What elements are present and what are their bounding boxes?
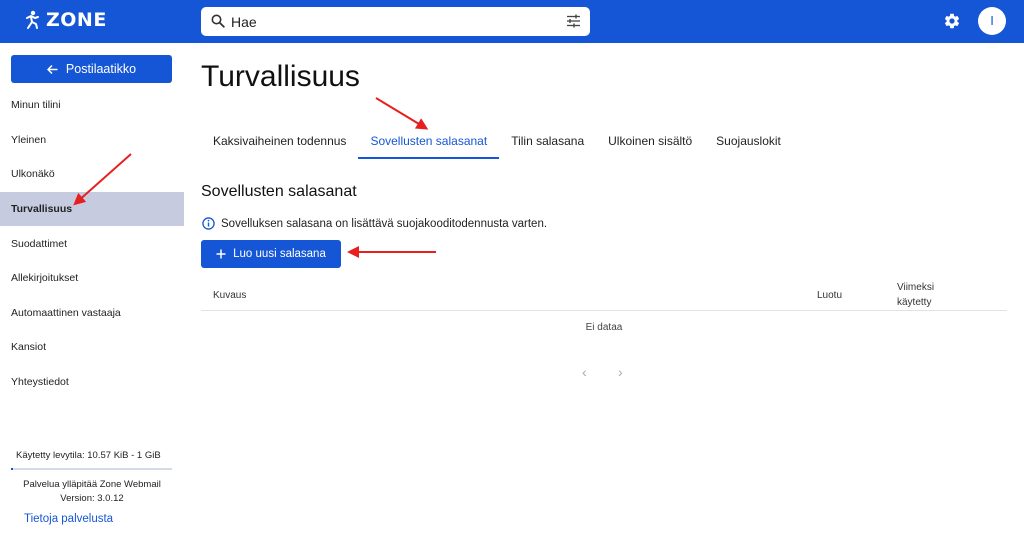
annotation-arrows — [73, 97, 436, 258]
annotation-arrow-tab — [375, 97, 429, 130]
annotation-arrow-sidebar — [73, 153, 132, 206]
